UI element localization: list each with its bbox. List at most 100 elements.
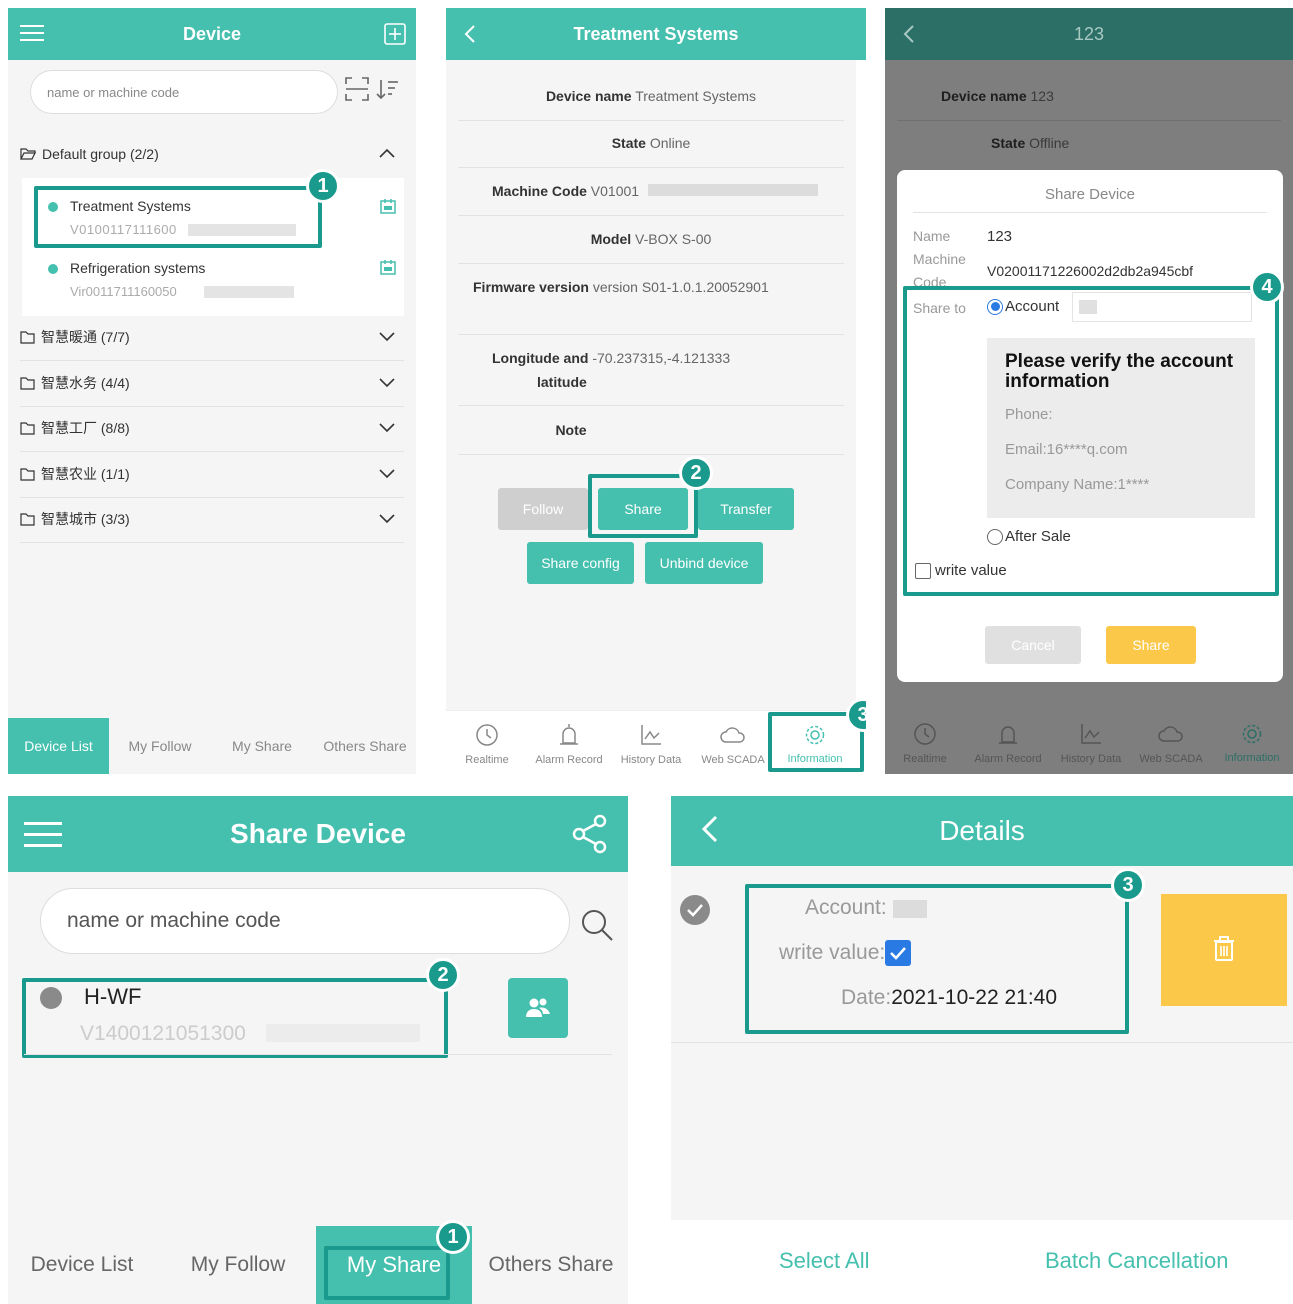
trash-icon	[1213, 935, 1235, 965]
row-value: Treatment Systems	[635, 88, 757, 104]
divider	[20, 542, 404, 543]
back-icon[interactable]	[903, 24, 915, 49]
default-group-header[interactable]: Default group (2/2)	[20, 142, 402, 166]
tab-label: Device List	[24, 738, 93, 754]
online-dot	[48, 264, 58, 274]
delete-button[interactable]	[1161, 894, 1287, 1006]
folder-icon	[20, 330, 35, 344]
nav-information[interactable]: Information	[1211, 716, 1293, 770]
share-confirm-button[interactable]: Share	[1106, 626, 1196, 664]
button-label: Unbind device	[659, 555, 749, 571]
divider	[458, 215, 844, 216]
share-config-button[interactable]: Share config	[527, 542, 634, 584]
divider	[458, 167, 844, 168]
tab-my-follow[interactable]: My Follow	[112, 718, 208, 774]
batch-cancellation-button[interactable]: Batch Cancellation	[1045, 1248, 1228, 1274]
unbind-device-button[interactable]: Unbind device	[645, 542, 763, 584]
row-label: State	[991, 135, 1026, 151]
search-placeholder: name or machine code	[47, 84, 180, 100]
menu-icon[interactable]	[24, 820, 62, 855]
check-circle-icon[interactable]	[679, 894, 711, 931]
group-label: 智慧农业 (1/1)	[41, 466, 130, 482]
tab-others-share[interactable]: Others Share	[474, 1226, 628, 1304]
divider	[20, 497, 404, 498]
row-label: Machine Code	[492, 183, 587, 199]
group-item[interactable]: 智慧城市 (3/3)	[20, 508, 402, 530]
sort-icon[interactable]	[376, 78, 400, 105]
calendar-icon[interactable]	[380, 259, 396, 280]
divider	[458, 405, 844, 406]
button-label: Share	[1132, 637, 1170, 653]
nav-alarm-record[interactable]: Alarm Record	[965, 716, 1051, 770]
device-item-refrigeration[interactable]: Refrigeration systems Vir0011711160050	[48, 258, 318, 308]
divider	[20, 360, 404, 361]
calendar-icon[interactable]	[380, 198, 396, 219]
folder-open-icon	[20, 147, 36, 161]
chevron-down-icon[interactable]	[378, 511, 396, 527]
follow-button[interactable]: Follow	[498, 488, 588, 530]
chevron-down-icon[interactable]	[378, 466, 396, 482]
tab-label: Others Share	[488, 1253, 614, 1276]
chevron-down-icon[interactable]	[378, 375, 396, 391]
search-icon[interactable]	[580, 908, 614, 947]
tab-label: Others Share	[323, 738, 407, 754]
nav-realtime[interactable]: Realtime	[446, 717, 528, 771]
nav-realtime[interactable]: Realtime	[885, 716, 965, 770]
scan-icon[interactable]	[344, 76, 370, 107]
footer-bar: Select All Batch Cancellation	[671, 1220, 1293, 1304]
share-details-screen: Details Account: write value: Date:2021-…	[671, 796, 1293, 1304]
nav-web-scada[interactable]: Web SCADA	[692, 717, 774, 771]
nav-web-scada[interactable]: Web SCADA	[1131, 716, 1211, 770]
chevron-up-icon[interactable]	[378, 146, 396, 162]
button-label: Select All	[779, 1248, 870, 1273]
menu-icon[interactable]	[20, 23, 44, 48]
share-icon[interactable]	[572, 814, 608, 859]
model-row: Model V-BOX S-00	[446, 231, 856, 247]
gear-icon	[1241, 723, 1263, 752]
nav-alarm-record[interactable]: Alarm Record	[528, 717, 610, 771]
step-badge: 1	[306, 169, 340, 203]
nav-label: Realtime	[903, 752, 947, 765]
note-row: Note	[446, 422, 696, 438]
tab-my-follow[interactable]: My Follow	[160, 1226, 316, 1304]
row-label: Model	[590, 231, 632, 247]
nav-history-data[interactable]: History Data	[610, 717, 692, 771]
transfer-button[interactable]: Transfer	[698, 488, 794, 530]
row-label: Longitude and	[492, 350, 589, 366]
dialog-title: Share Device	[1044, 186, 1136, 203]
tab-device-list[interactable]: Device List	[8, 718, 109, 774]
nav-label: Information	[1224, 751, 1280, 764]
chevron-down-icon[interactable]	[378, 329, 396, 345]
page-title: Details	[939, 815, 1025, 846]
my-share-screen: Share Device name or machine code H-WF V…	[8, 796, 628, 1304]
chart-icon	[639, 723, 663, 754]
group-item[interactable]: 智慧暖通 (7/7)	[20, 326, 402, 348]
highlight-box-share	[588, 474, 698, 538]
row-value: Online	[649, 135, 691, 151]
group-item[interactable]: 智慧水务 (4/4)	[20, 372, 402, 394]
group-item[interactable]: 智慧农业 (1/1)	[20, 463, 402, 485]
cancel-button[interactable]: Cancel	[985, 626, 1081, 664]
page-title: Treatment Systems	[573, 23, 739, 44]
chevron-down-icon[interactable]	[378, 420, 396, 436]
row-label: Device name	[545, 88, 632, 104]
divider	[24, 1054, 612, 1055]
bottom-tabs: Device List My Follow My Share Others Sh…	[8, 1226, 628, 1304]
button-label: Transfer	[720, 501, 772, 517]
search-input[interactable]: name or machine code	[40, 888, 570, 954]
divider	[897, 120, 1281, 121]
share-users-button[interactable]	[508, 978, 568, 1038]
search-input[interactable]: name or machine code	[30, 70, 338, 114]
tab-label: Device List	[30, 1253, 134, 1276]
select-all-button[interactable]: Select All	[779, 1248, 870, 1274]
tab-device-list[interactable]: Device List	[8, 1226, 156, 1304]
nav-history-data[interactable]: History Data	[1051, 716, 1131, 770]
back-icon[interactable]	[464, 24, 476, 49]
group-item[interactable]: 智慧工厂 (8/8)	[20, 417, 402, 439]
add-device-icon[interactable]	[384, 23, 406, 50]
name-label: Name	[913, 228, 951, 244]
back-icon[interactable]	[701, 814, 719, 849]
tab-my-share[interactable]: My Share	[214, 718, 310, 774]
tab-others-share[interactable]: Others Share	[314, 718, 416, 774]
group-label: 智慧暖通 (7/7)	[41, 329, 130, 345]
